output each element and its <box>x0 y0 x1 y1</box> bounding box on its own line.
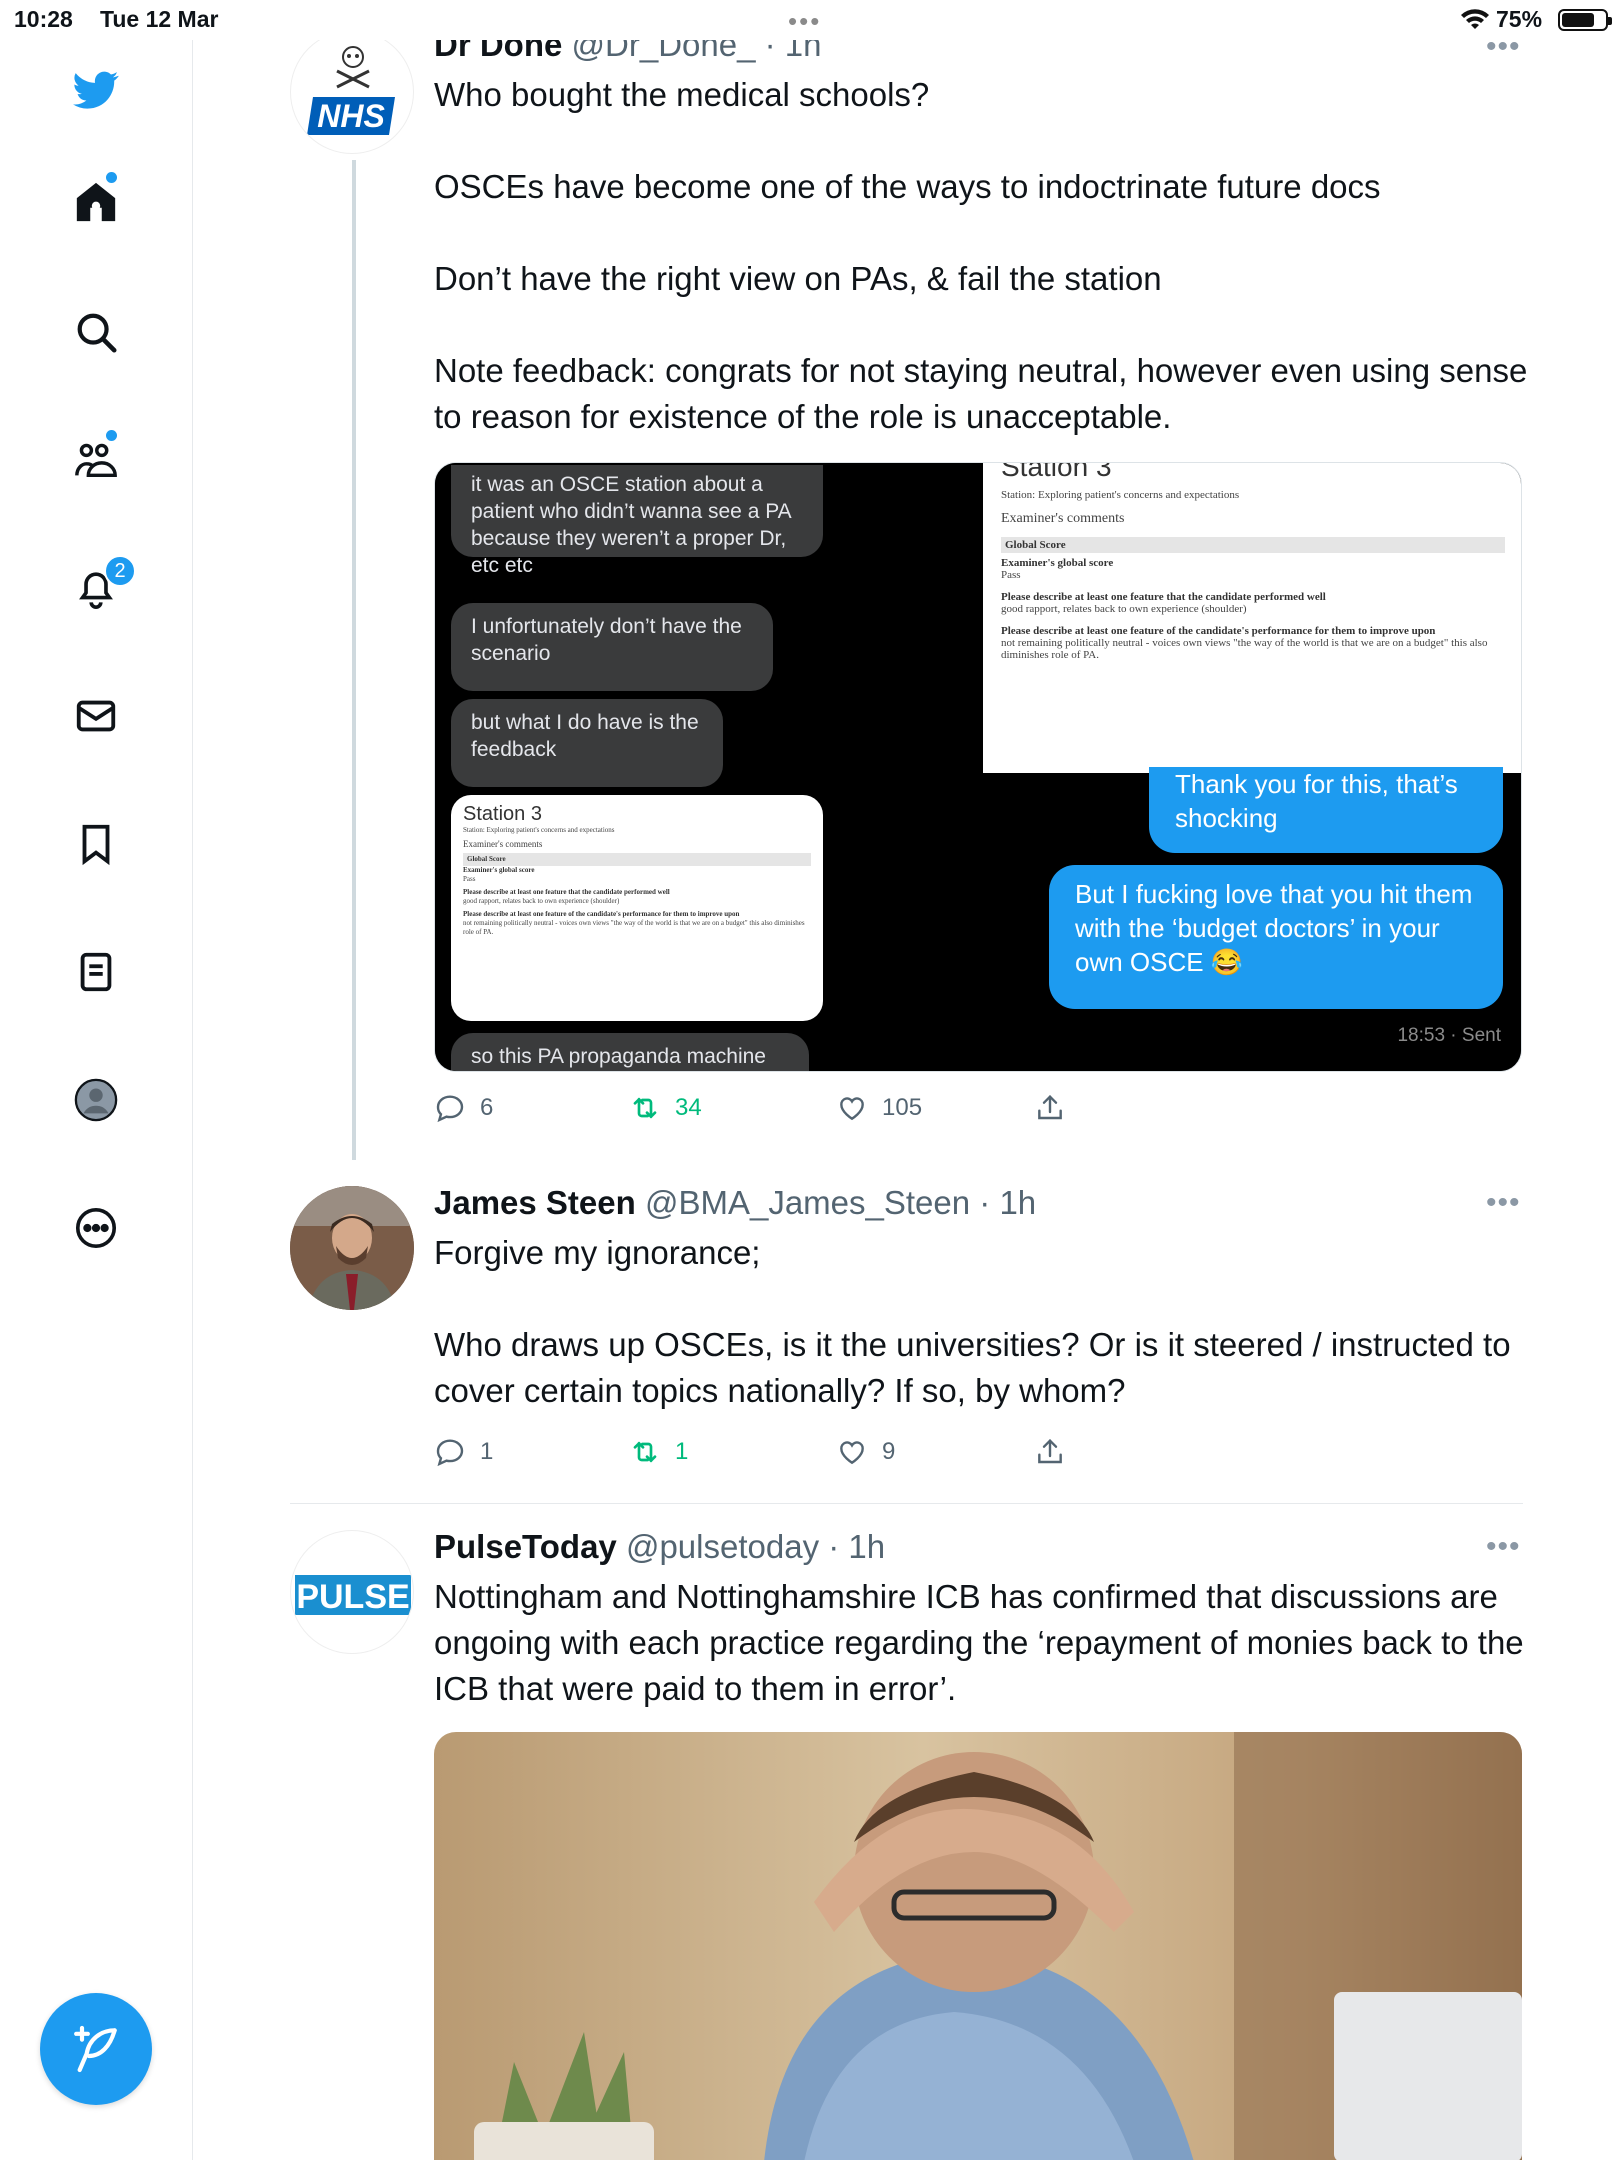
communities-unread-dot <box>106 430 117 441</box>
chat-bubble: I unfortunately don’t have the scenario <box>451 603 773 691</box>
communities-icon[interactable] <box>66 430 126 490</box>
media-feedback-doc[interactable]: Station 3 Station: Exploring patient's c… <box>983 463 1521 773</box>
tweet-more-icon[interactable]: ••• <box>1486 1530 1521 1564</box>
like-button[interactable]: 105 <box>836 1088 922 1128</box>
like-count: 9 <box>882 1438 896 1465</box>
profile-avatar-icon[interactable] <box>66 1070 126 1130</box>
messages-mail-icon[interactable] <box>66 686 126 746</box>
retweet-icon <box>633 1097 657 1119</box>
tweet-divider <box>290 1503 1523 1504</box>
media-chat-screenshot-right[interactable]: Thank you for this, that’s shocking But … <box>983 767 1521 1071</box>
avatar-nhs-text: NHS <box>317 98 385 134</box>
avatar-dr-done[interactable]: NHS <box>290 30 414 154</box>
retweet-button[interactable]: 1 <box>629 1432 688 1472</box>
sidebar-nav: 2 <box>0 0 193 2160</box>
handle-time[interactable]: @BMA_James_Steen · 1h <box>645 1184 1036 1221</box>
more-options-icon[interactable] <box>66 1198 126 1258</box>
reply-count: 1 <box>480 1438 494 1465</box>
share-icon <box>1038 1438 1062 1464</box>
tweet-header: PulseToday @pulsetoday · 1h <box>434 1528 885 1566</box>
battery-icon <box>1558 9 1612 31</box>
reply-count: 6 <box>480 1094 494 1121</box>
retweet-count: 34 <box>675 1094 702 1121</box>
tweet-media-photo[interactable] <box>434 1732 1522 2160</box>
search-icon[interactable] <box>66 302 126 362</box>
bookmarks-icon[interactable] <box>66 814 126 874</box>
chat-bubble-sent: But I fucking love that you hit them wit… <box>1049 865 1503 1009</box>
status-date: Tue 12 Mar <box>100 6 219 32</box>
tweet-actions: 6 34 105 <box>434 1088 1134 1128</box>
display-name[interactable]: PulseToday <box>434 1528 617 1565</box>
home-icon[interactable] <box>66 172 126 232</box>
tweet-text: Nottingham and Nottinghamshire ICB has c… <box>434 1578 1533 1707</box>
chat-feedback-doc-image: Station 3 Station: Exploring patient's c… <box>451 795 823 1021</box>
chat-bubble-sent: Thank you for this, that’s shocking <box>1149 767 1503 853</box>
handle-time[interactable]: @pulsetoday · 1h <box>626 1528 885 1565</box>
share-button[interactable] <box>1034 1088 1066 1128</box>
retweet-button[interactable]: 34 <box>629 1088 702 1128</box>
like-heart-icon <box>840 1097 864 1121</box>
share-button[interactable] <box>1034 1432 1066 1472</box>
message-sent-status: 18:53 · Sent <box>1397 1025 1501 1046</box>
notifications-badge: 2 <box>104 555 136 587</box>
share-icon <box>1038 1094 1062 1120</box>
reply-button[interactable]: 1 <box>434 1432 493 1472</box>
media-chat-screenshot-left[interactable]: it was an OSCE station about a patient w… <box>435 463 977 1071</box>
avatar-james-steen[interactable] <box>290 1186 414 1310</box>
battery-percent: 75% <box>1496 6 1543 32</box>
wifi-icon <box>1461 9 1489 29</box>
twitter-logo-icon[interactable] <box>66 60 126 120</box>
compose-feather-icon <box>74 2025 117 2073</box>
home-unread-dot <box>106 172 117 183</box>
tweet-text: Who bought the medical schools? OSCEs ha… <box>434 76 1528 435</box>
retweet-icon <box>633 1441 657 1463</box>
multitasking-dots-icon[interactable]: ••• <box>788 6 821 37</box>
lists-icon[interactable] <box>66 942 126 1002</box>
tweet-text: Forgive my ignorance; Who draws up OSCEs… <box>434 1234 1511 1409</box>
avatar-pulsetoday[interactable]: PULSE <box>290 1530 414 1654</box>
tweet-header: James Steen @BMA_James_Steen · 1h <box>434 1184 1036 1222</box>
retweet-count: 1 <box>675 1438 689 1465</box>
like-heart-icon <box>840 1441 864 1465</box>
avatar-pulse-text: PULSE <box>296 1578 409 1616</box>
tweet-more-icon[interactable]: ••• <box>1486 1186 1521 1220</box>
reply-icon <box>436 1439 464 1467</box>
like-button[interactable]: 9 <box>836 1432 895 1472</box>
display-name[interactable]: James Steen <box>434 1184 636 1221</box>
reply-button[interactable]: 6 <box>434 1088 493 1128</box>
status-time: 10:28 <box>14 6 73 32</box>
status-bar: 10:28 Tue 12 Mar ••• 75% <box>0 0 1620 40</box>
chat-bubble: but what I do have is the feedback <box>451 699 723 787</box>
reply-icon <box>436 1095 464 1123</box>
tweet-actions: 1 1 9 <box>434 1432 1134 1472</box>
tweet-media-grid[interactable]: it was an OSCE station about a patient w… <box>434 462 1522 1072</box>
chat-bubble: so this PA propaganda machine <box>451 1033 809 1071</box>
tweet-james-steen[interactable]: James Steen @BMA_James_Steen · 1h ••• Fo… <box>290 1184 1525 1486</box>
compose-tweet-button[interactable] <box>40 1993 152 2105</box>
like-count: 105 <box>882 1094 923 1121</box>
chat-bubble: it was an OSCE station about a patient w… <box>451 465 823 577</box>
